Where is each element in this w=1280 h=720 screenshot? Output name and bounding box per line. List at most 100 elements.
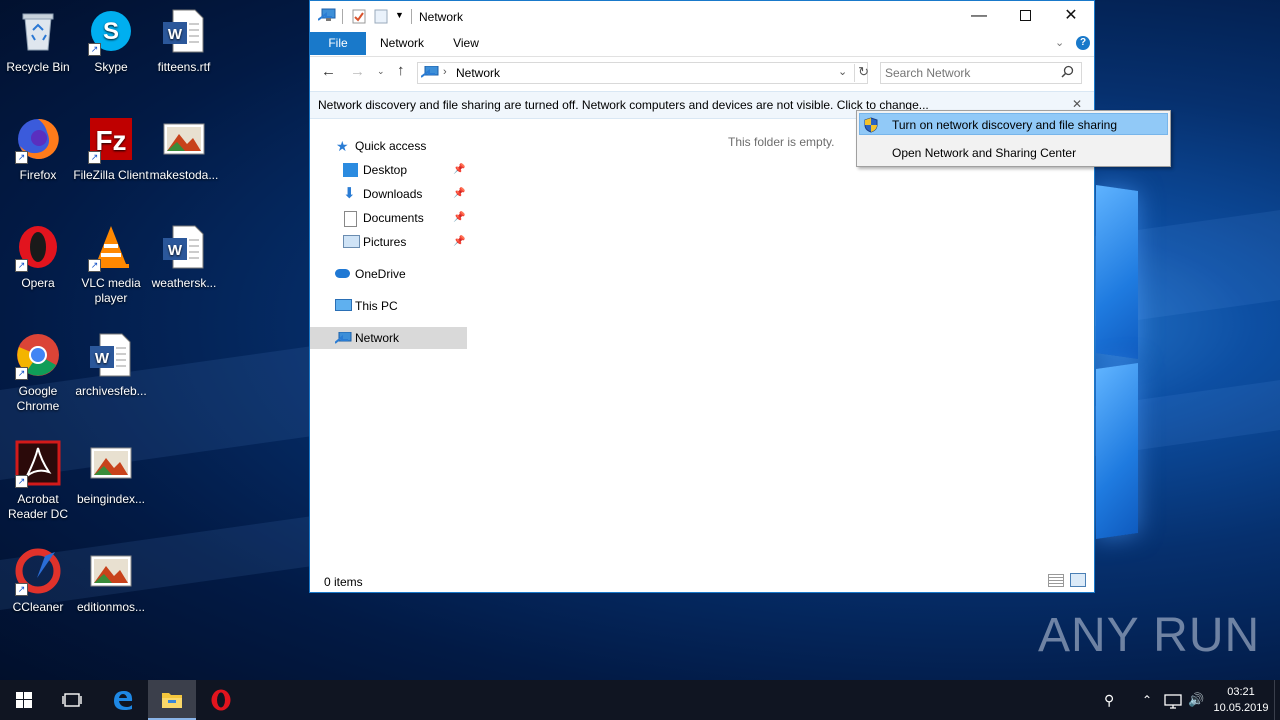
desktop-icon-fitteens[interactable]: W fitteens.rtf: [146, 8, 222, 75]
desktop-icon-label: Recycle Bin: [6, 60, 70, 74]
up-icon[interactable]: ↑: [397, 62, 405, 79]
desktop-icon-archivesfeb[interactable]: W archivesfeb...: [73, 332, 149, 399]
nav-item-this-pc[interactable]: This PC: [310, 295, 467, 317]
start-button[interactable]: [0, 680, 48, 720]
large-icons-view-icon[interactable]: [1070, 573, 1086, 587]
desktop-icon-opera[interactable]: ↗ Opera: [0, 224, 76, 291]
network-tray-icon[interactable]: [1164, 680, 1182, 720]
menu-item-label: Turn on network discovery and file shari…: [892, 118, 1117, 132]
forward-icon[interactable]: →: [350, 63, 365, 80]
infobar-close-icon[interactable]: ✕: [1072, 97, 1082, 111]
search-box[interactable]: [880, 62, 1082, 84]
item-count: 0 items: [324, 575, 363, 589]
desktop-icon: [343, 163, 358, 177]
minimize-button[interactable]: —: [956, 1, 1002, 31]
desktop-icon-recycle-bin[interactable]: Recycle Bin: [0, 8, 76, 75]
task-view-button[interactable]: [48, 680, 96, 720]
pin-icon[interactable]: 📌: [453, 231, 465, 253]
content-area[interactable]: [468, 118, 1094, 568]
desktop-icon-editionmos[interactable]: editionmos...: [73, 548, 149, 615]
nav-item-label: Documents: [363, 211, 424, 225]
properties-icon[interactable]: [352, 9, 366, 27]
people-icon[interactable]: ⚲: [1104, 680, 1114, 720]
desktop-icon-ccleaner[interactable]: ↗ CCleaner: [0, 548, 76, 615]
nav-item-network[interactable]: Network: [310, 327, 467, 349]
chrome-icon: ↗: [15, 332, 61, 380]
desktop-icon-filezilla[interactable]: Fz ↗ FileZilla Client: [73, 116, 149, 183]
image-file-icon: [88, 548, 134, 594]
refresh-icon[interactable]: ↻: [854, 64, 869, 82]
help-icon[interactable]: ?: [1076, 36, 1090, 50]
nav-item-onedrive[interactable]: OneDrive: [310, 263, 467, 285]
desktop-icon-weathersk[interactable]: W weathersk...: [146, 224, 222, 291]
network-discovery-menu: Turn on network discovery and file shari…: [856, 110, 1171, 167]
new-folder-icon[interactable]: [374, 9, 388, 27]
address-bar[interactable]: › Network ⌄ ↻: [417, 62, 869, 84]
desktop-icon-chrome[interactable]: ↗ Google Chrome: [0, 332, 76, 414]
ribbon-tabs: File Network View ⌄ ?: [310, 32, 1094, 57]
qat-dropdown-icon[interactable]: ▼: [395, 10, 404, 20]
shortcut-arrow-icon: ↗: [15, 259, 28, 272]
nav-item-desktop[interactable]: Desktop 📌: [310, 159, 467, 181]
taskbar-opera-button[interactable]: [197, 680, 245, 720]
pin-icon[interactable]: 📌: [453, 207, 465, 229]
details-view-icon[interactable]: [1048, 574, 1064, 587]
pin-icon[interactable]: 📌: [453, 159, 465, 181]
search-input[interactable]: [885, 64, 1055, 81]
desktop-icon-makestoda[interactable]: makestoda...: [146, 116, 222, 183]
download-icon: ⬇: [343, 185, 356, 202]
shortcut-arrow-icon: ↗: [88, 259, 101, 272]
tab-view[interactable]: View: [442, 32, 490, 55]
desktop-icon-label: fitteens.rtf: [157, 60, 211, 74]
expand-ribbon-icon[interactable]: ⌄: [1055, 36, 1064, 49]
recent-locations-icon[interactable]: ⌄: [377, 66, 385, 77]
menu-item-turn-on-discovery[interactable]: Turn on network discovery and file shari…: [859, 113, 1168, 135]
desktop-icon-label: beingindex...: [76, 492, 146, 506]
filezilla-icon: Fz ↗: [88, 116, 134, 164]
desktop-icon-vlc[interactable]: ↗ VLC media player: [73, 224, 149, 306]
desktop-icon-firefox[interactable]: ↗ Firefox: [0, 116, 76, 183]
opera-icon: [211, 689, 231, 711]
taskbar: ⚲ ⌃ 🔊 03:21 10.05.2019: [0, 680, 1280, 720]
star-icon: ★: [336, 138, 349, 154]
nav-item-pictures[interactable]: Pictures 📌: [310, 231, 467, 253]
search-icon[interactable]: [1061, 65, 1074, 81]
title-bar[interactable]: ▼ Network — ✕: [310, 1, 1094, 32]
windows-start-icon: [16, 692, 32, 708]
desktop-icon-beingindex[interactable]: beingindex...: [73, 440, 149, 507]
vlc-icon: ↗: [88, 224, 134, 272]
address-dropdown-icon[interactable]: ⌄: [838, 65, 847, 78]
nav-item-downloads[interactable]: ⬇ Downloads 📌: [310, 183, 467, 205]
shortcut-arrow-icon: ↗: [88, 43, 101, 56]
back-icon[interactable]: ←: [321, 63, 336, 80]
desktop-icon-acrobat[interactable]: ↗ Acrobat Reader DC: [0, 440, 76, 522]
volume-icon[interactable]: 🔊: [1188, 680, 1204, 720]
nav-item-label: Downloads: [363, 187, 423, 201]
desktop-icon-skype[interactable]: S ↗ Skype: [73, 8, 149, 75]
maximize-icon: [1019, 10, 1031, 22]
taskbar-edge-button[interactable]: [99, 680, 147, 720]
task-view-icon: [62, 693, 82, 707]
taskbar-file-explorer-button[interactable]: [148, 680, 196, 720]
desktop-icon-label: editionmos...: [76, 600, 146, 614]
breadcrumb-network[interactable]: Network: [456, 66, 500, 80]
shortcut-arrow-icon: ↗: [88, 151, 101, 164]
maximize-button[interactable]: [1002, 1, 1048, 31]
nav-item-documents[interactable]: Documents 📌: [310, 207, 467, 229]
breadcrumb-separator-icon[interactable]: ›: [443, 66, 447, 78]
nav-item-quick-access[interactable]: ★ Quick access: [310, 135, 467, 157]
tab-network[interactable]: Network: [372, 32, 432, 55]
network-icon: [420, 65, 439, 83]
show-hidden-icons-icon[interactable]: ⌃: [1142, 680, 1152, 720]
pin-icon[interactable]: 📌: [453, 183, 465, 205]
tab-file[interactable]: File: [310, 32, 366, 55]
menu-item-open-sharing-center[interactable]: Open Network and Sharing Center: [859, 142, 1168, 164]
network-icon: [334, 331, 352, 345]
system-clock[interactable]: 03:21 10.05.2019: [1210, 684, 1272, 716]
navigation-pane: ★ Quick access Desktop 📌 ⬇ Downloads 📌 D…: [310, 118, 467, 568]
desktop-icon-label: FileZilla Client: [73, 168, 149, 182]
word-document-icon: W: [161, 224, 207, 270]
close-button[interactable]: ✕: [1048, 1, 1094, 31]
show-desktop-button[interactable]: [1274, 680, 1280, 720]
explorer-window[interactable]: ▼ Network — ✕ File Network View ⌄ ? ← → …: [309, 0, 1095, 593]
